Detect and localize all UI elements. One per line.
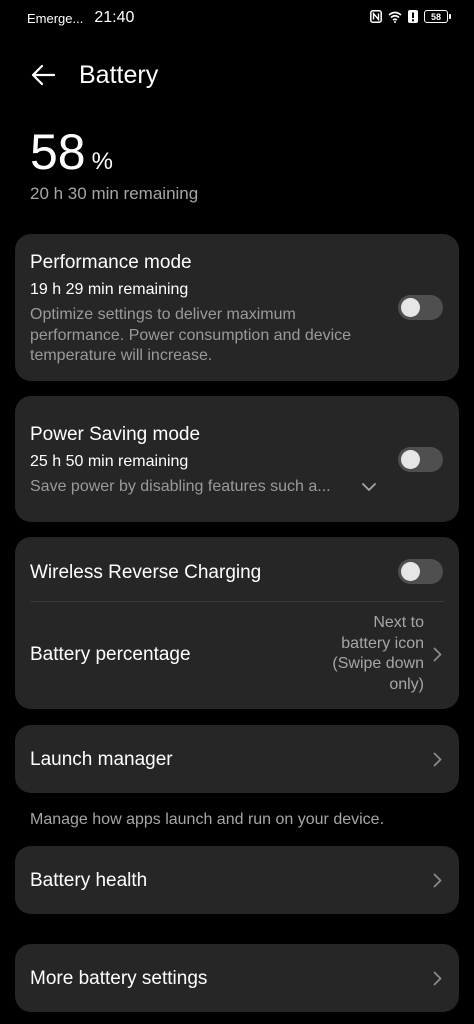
battery-remaining-time: 20 h 30 min remaining [30, 184, 199, 203]
chevron-right-icon [431, 872, 443, 888]
chevron-right-icon [431, 646, 443, 662]
battery-percentage-value-line: only) [389, 676, 424, 694]
wireless-reverse-charging-title: Wireless Reverse Charging [30, 562, 262, 583]
carrier-label: Emerge... [27, 10, 84, 26]
battery-level-value: 58 [30, 124, 86, 180]
battery-icon: 58 [424, 10, 451, 23]
power-saving-mode-remaining: 25 h 50 min remaining [30, 453, 189, 470]
power-saving-mode-description: Save power by disabling features such a.… [30, 478, 331, 495]
performance-mode-card[interactable]: Performance mode 19 h 29 min remaining O… [15, 234, 459, 381]
battery-percentage-value-line: (Swipe down [332, 655, 424, 673]
performance-mode-description: Optimize settings to deliver maximum per… [30, 306, 352, 364]
battery-percentage-value: Next to battery icon (Swipe down only) [332, 613, 424, 696]
app-header: Battery [0, 52, 474, 98]
wifi-icon [388, 11, 402, 23]
performance-mode-toggle[interactable] [398, 295, 443, 320]
battery-level: 58 % [30, 123, 113, 181]
battery-settings-screen: Emerge... 21:40 58 Battery 58 % 20 h 30 … [0, 0, 474, 1024]
more-battery-settings-row[interactable]: More battery settings [15, 944, 459, 1012]
status-bar: Emerge... 21:40 58 [0, 0, 474, 38]
battery-health-row[interactable]: Battery health [15, 846, 459, 914]
status-left: Emerge... 21:40 [27, 9, 134, 27]
arrow-left-icon [31, 64, 56, 86]
expand-button[interactable] [360, 479, 378, 495]
clock: 21:40 [94, 9, 135, 26]
battery-percentage-value-line: Next to [373, 614, 424, 631]
page-title: Battery [79, 61, 159, 89]
toggle-knob [401, 298, 420, 317]
battery-percentage-row[interactable]: Battery percentage Next to battery icon … [15, 602, 459, 709]
status-right: 58 [370, 10, 451, 23]
more-battery-settings-title: More battery settings [30, 968, 208, 989]
toggle-knob [401, 562, 420, 581]
performance-mode-remaining: 19 h 29 min remaining [30, 281, 189, 298]
chevron-down-icon [362, 483, 376, 491]
battery-level-unit: % [91, 148, 113, 175]
battery-health-title: Battery health [30, 870, 148, 891]
battery-percentage-title: Battery percentage [30, 644, 191, 665]
chevron-right-icon [431, 751, 443, 767]
toggle-knob [401, 450, 420, 469]
alert-icon [408, 10, 418, 23]
power-saving-mode-toggle[interactable] [398, 447, 443, 472]
launch-manager-title: Launch manager [30, 749, 173, 770]
launch-manager-row[interactable]: Launch manager [15, 725, 459, 793]
back-button[interactable] [28, 60, 58, 90]
performance-mode-title: Performance mode [30, 252, 192, 273]
wireless-reverse-charging-row[interactable]: Wireless Reverse Charging [15, 537, 459, 601]
chevron-right-icon [431, 970, 443, 986]
wireless-reverse-charging-toggle[interactable] [398, 559, 443, 584]
power-saving-mode-card[interactable]: Power Saving mode 25 h 50 min remaining … [15, 396, 459, 522]
nfc-icon [370, 10, 382, 23]
launch-manager-note: Manage how apps launch and run on your d… [30, 811, 385, 828]
battery-percentage-value-line: battery icon [341, 634, 424, 652]
power-saving-mode-title: Power Saving mode [30, 424, 201, 445]
charging-options-card: Wireless Reverse Charging Battery percen… [15, 537, 459, 709]
